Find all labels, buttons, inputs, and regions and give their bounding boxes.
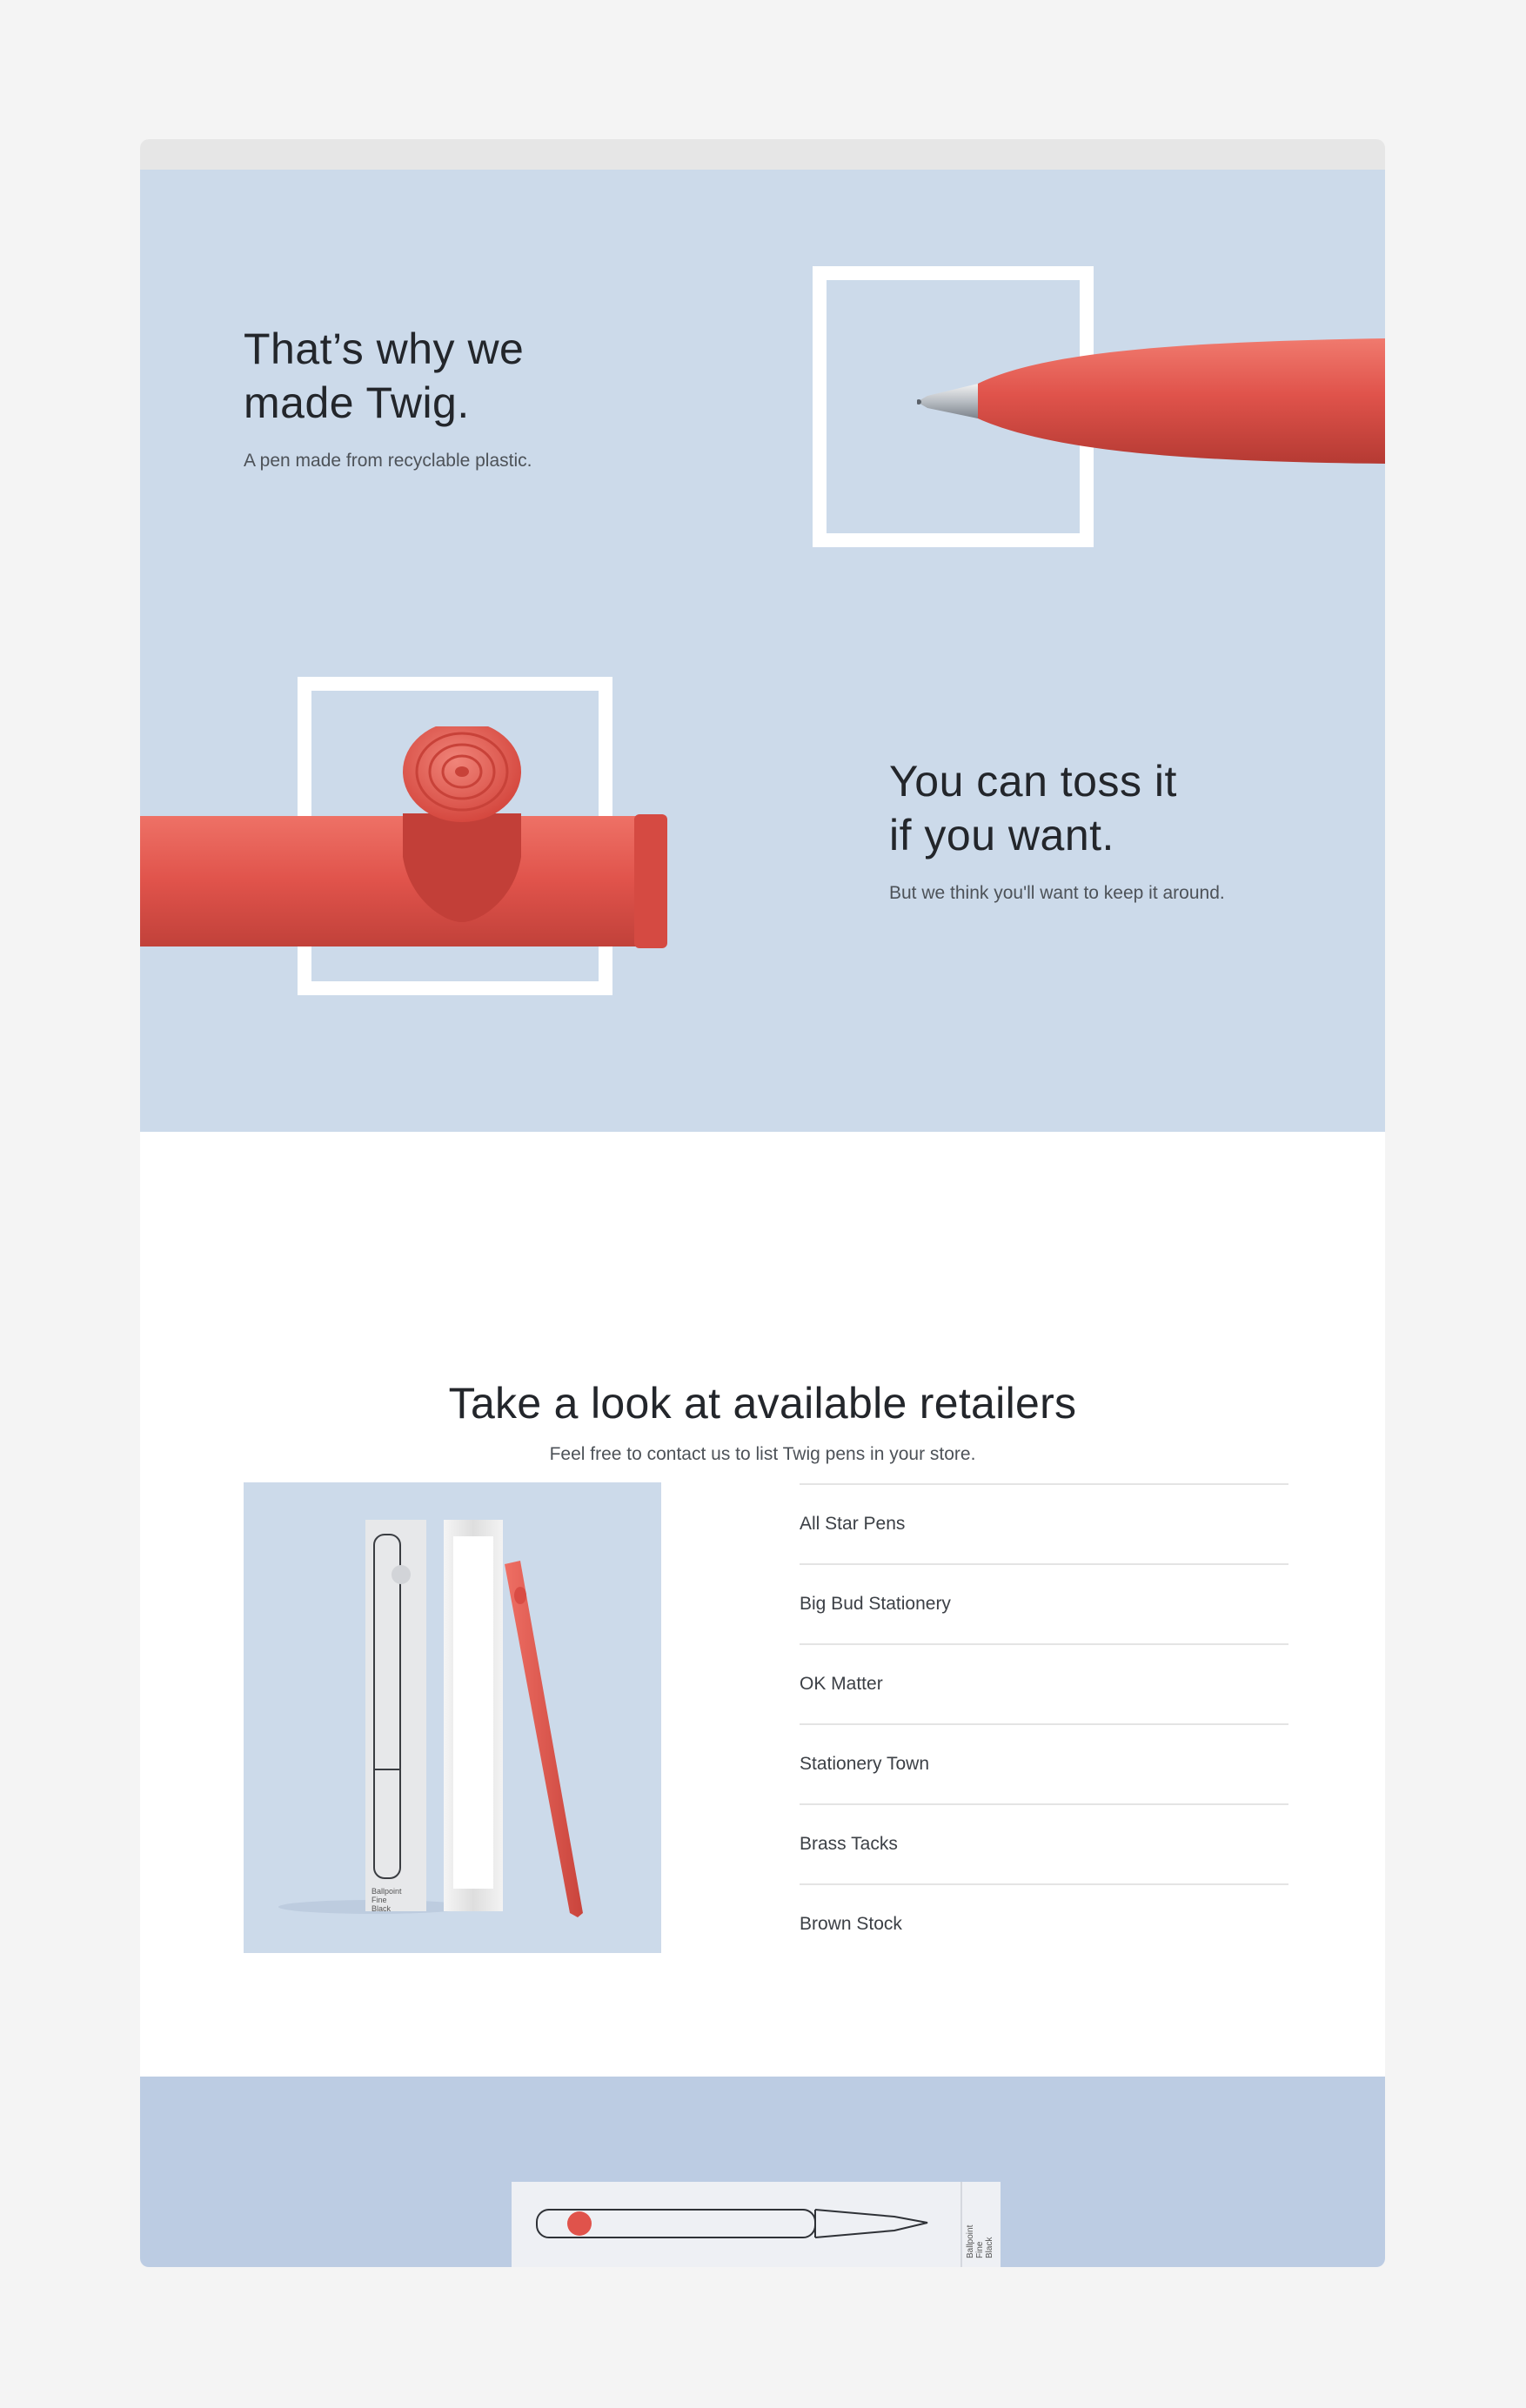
- pen-end-cap: [634, 814, 667, 948]
- product-box-label-3: Black: [371, 1904, 392, 1913]
- pen-box-label-3: Black: [985, 2237, 994, 2258]
- product-box-clip-dot: [392, 1565, 411, 1584]
- hero-title-1-line-2: made Twig.: [244, 378, 470, 427]
- retailer-item[interactable]: All Star Pens: [800, 1485, 1288, 1565]
- browser-top-bar: [140, 139, 1385, 170]
- product-box-label-2: Fine: [371, 1896, 387, 1904]
- pen-clip-illustration: [140, 726, 667, 948]
- hero-title-1: That’s why we made Twig.: [244, 322, 524, 430]
- pen-tip-illustration: [917, 338, 1385, 464]
- pen-box-pen-tip: [814, 2209, 928, 2238]
- clip-center: [455, 766, 469, 777]
- pen-box-label-1: Ballpoint: [966, 2224, 975, 2258]
- hero-subtitle-2: But we think you'll want to keep it arou…: [889, 883, 1225, 903]
- product-box-label-1: Ballpoint: [371, 1887, 402, 1896]
- product-illustration: Ballpoint Fine Black: [278, 1520, 583, 1917]
- retailer-item[interactable]: Brown Stock: [800, 1885, 1288, 1963]
- hero-title-2-line-2: if you want.: [889, 811, 1114, 860]
- retailer-list: All Star Pens Big Bud Stationery OK Matt…: [800, 1483, 1288, 1963]
- hero-title-2-line-1: You can toss it: [889, 757, 1177, 806]
- pen-barrel: [927, 338, 1385, 464]
- product-tray-inner: [453, 1536, 493, 1889]
- product-pen-clip: [514, 1587, 526, 1604]
- pen-box-clip-dot: [567, 2211, 592, 2236]
- retailer-item[interactable]: Stationery Town: [800, 1725, 1288, 1805]
- product-photo: Ballpoint Fine Black: [244, 1482, 661, 1953]
- hero-title-1-line-1: That’s why we: [244, 324, 525, 373]
- footer-section: Ballpoint Fine Black: [140, 2077, 1385, 2267]
- hero-section: That’s why we made Twig. A pen made from…: [140, 170, 1385, 1132]
- retailers-title: Take a look at available retailers: [448, 1379, 1077, 1428]
- hero-subtitle-1: A pen made from recyclable plastic.: [244, 451, 532, 471]
- pen-box: Ballpoint Fine Black: [512, 2182, 1001, 2267]
- product-pen: [505, 1561, 583, 1917]
- retailer-item[interactable]: Big Bud Stationery: [800, 1565, 1288, 1645]
- retailer-item[interactable]: OK Matter: [800, 1645, 1288, 1725]
- retailers-section: Take a look at available retailers Feel …: [140, 1132, 1385, 2077]
- retailer-item[interactable]: Brass Tacks: [800, 1805, 1288, 1885]
- pen-body: [140, 816, 662, 946]
- retailers-subtitle: Feel free to contact us to list Twig pen…: [549, 1444, 976, 1464]
- browser-window: That’s why we made Twig. A pen made from…: [140, 139, 1385, 2267]
- pen-box-label-2: Fine: [975, 2241, 985, 2258]
- pen-box-illustration: Ballpoint Fine Black: [536, 2182, 994, 2267]
- hero-title-2: You can toss it if you want.: [889, 754, 1177, 862]
- pen-nib: [917, 384, 978, 418]
